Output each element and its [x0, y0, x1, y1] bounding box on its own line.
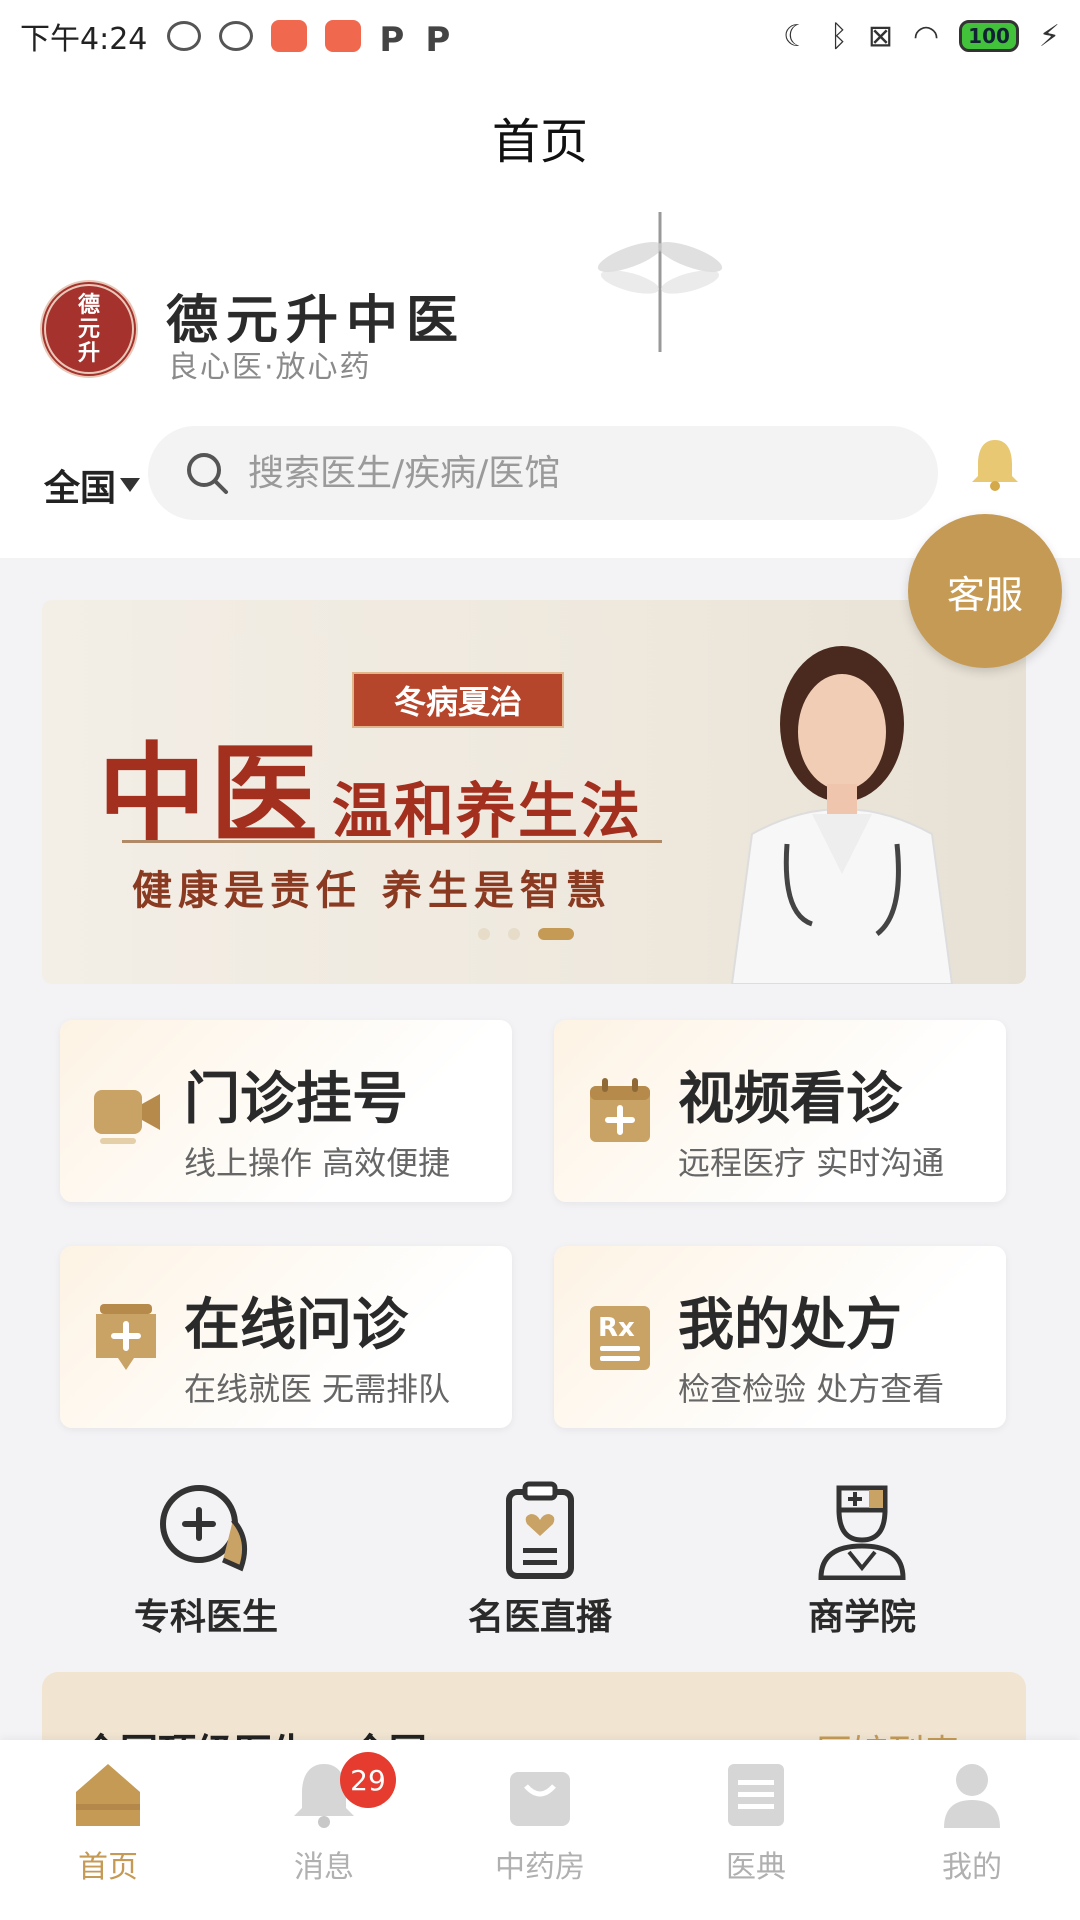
search-icon	[187, 453, 228, 494]
quick-link-live[interactable]: 名医直播	[420, 1480, 660, 1640]
banner-divider	[122, 840, 662, 843]
bell-icon[interactable]	[970, 436, 1020, 492]
bluetooth-icon: ᛒ	[829, 18, 848, 54]
tab-label: 消息	[294, 1850, 354, 1885]
battery-icon: 100	[959, 20, 1019, 52]
banner-pagination	[478, 928, 574, 940]
status-time: 下午4:24	[20, 22, 148, 57]
medical-chat-icon	[96, 1304, 156, 1370]
status-bar: 下午4:24 P P ☾ ᛒ ⊠ ◠ 100 ⚡	[0, 0, 1080, 72]
brand-slogan: 良心医·放心药	[168, 350, 372, 385]
wifi-icon: ◠	[912, 18, 940, 54]
moon-icon: ☾	[782, 18, 810, 54]
sim-icon: ⊠	[867, 18, 893, 54]
p-app-icon: P	[425, 20, 451, 60]
tab-label: 首页	[78, 1850, 138, 1885]
promo-banner[interactable]: 冬病夏治 中医 温和养生法 健康是责任 养生是智慧	[42, 600, 1026, 984]
wechat-icon	[219, 21, 254, 51]
chat-plus-icon	[160, 1485, 248, 1572]
tab-medical-classics[interactable]: 医典	[648, 1756, 864, 1886]
tab-label: 中药房	[495, 1850, 585, 1885]
tab-profile[interactable]: 我的	[864, 1756, 1080, 1886]
home-icon	[76, 1764, 140, 1826]
pagination-dot[interactable]	[508, 928, 520, 940]
bottom-tab-bar: 首页 29 消息 中药房 医典 我的	[0, 1740, 1080, 1920]
card-title: 门诊挂号	[184, 1067, 408, 1132]
video-camera-icon	[94, 1090, 160, 1144]
brand-logo: 德元升	[40, 280, 138, 378]
quick-link-label: 名医直播	[467, 1597, 612, 1638]
banner-subtitle: 健康是责任 养生是智慧	[132, 867, 612, 914]
unread-badge: 29	[340, 1752, 396, 1808]
tab-messages[interactable]: 29 消息	[216, 1752, 432, 1886]
doctor-image	[730, 646, 954, 984]
page-title: 首页	[491, 114, 588, 170]
search-row: 全国	[0, 412, 1080, 558]
charging-icon: ⚡	[1038, 18, 1060, 54]
wechat-icon	[167, 21, 202, 51]
app-notification-icon	[271, 20, 308, 52]
dragonfly-icon	[597, 212, 723, 352]
region-selector[interactable]: 全国	[44, 459, 141, 511]
card-outpatient-registration[interactable]: 门诊挂号 线上操作 高效便捷	[60, 1020, 512, 1202]
customer-service-button[interactable]: 客服	[908, 514, 1062, 668]
nurse-icon	[818, 1485, 906, 1581]
tab-label: 医典	[726, 1850, 786, 1885]
quick-link-label: 商学院	[807, 1597, 916, 1638]
quick-link-specialist[interactable]: 专科医生	[86, 1480, 326, 1640]
calendar-plus-icon	[590, 1078, 650, 1142]
prescription-icon: Rx	[590, 1306, 650, 1370]
svg-text:Rx: Rx	[598, 1313, 635, 1343]
quick-link-label: 专科医生	[133, 1597, 278, 1638]
card-subtitle: 在线就医 无需排队	[184, 1370, 451, 1408]
region-label: 全国	[44, 468, 117, 509]
card-my-prescription[interactable]: Rx 我的处方 检查检验 处方查看	[554, 1246, 1006, 1428]
card-title: 我的处方	[678, 1293, 902, 1358]
user-icon	[944, 1764, 1000, 1828]
search-bar[interactable]	[148, 426, 938, 520]
tab-pharmacy[interactable]: 中药房	[432, 1756, 648, 1886]
notification-icons: P P	[167, 20, 453, 60]
clipboard-heart-icon	[506, 1481, 574, 1579]
p-app-icon: P	[379, 20, 405, 60]
shopping-bag-icon	[510, 1772, 570, 1826]
pagination-dot-active[interactable]	[538, 928, 574, 940]
caret-down-icon	[120, 478, 141, 492]
brand-section: 德元升 德元升中医 良心医·放心药	[0, 202, 1080, 412]
book-icon	[728, 1764, 784, 1826]
pagination-dot[interactable]	[478, 928, 490, 940]
card-title: 在线问诊	[184, 1293, 408, 1358]
tab-label: 我的	[942, 1850, 1002, 1885]
card-subtitle: 检查检验 处方查看	[678, 1370, 945, 1408]
banner-title-small: 温和养生法	[332, 777, 643, 847]
brand-logo-text: 德元升	[77, 292, 100, 366]
card-subtitle: 线上操作 高效便捷	[184, 1144, 451, 1182]
quick-links: 专科医生 名医直播 商学院	[0, 1480, 1080, 1640]
search-input[interactable]	[248, 452, 848, 494]
app-notification-icon	[325, 20, 362, 52]
header: 首页	[0, 72, 1080, 202]
tab-home[interactable]: 首页	[0, 1756, 216, 1886]
card-subtitle: 远程医疗 实时沟通	[678, 1144, 945, 1182]
quick-link-business-school[interactable]: 商学院	[742, 1480, 982, 1640]
card-video-consultation[interactable]: 视频看诊 远程医疗 实时沟通	[554, 1020, 1006, 1202]
card-title: 视频看诊	[678, 1067, 902, 1132]
card-online-consultation[interactable]: 在线问诊 在线就医 无需排队	[60, 1246, 512, 1428]
system-icons: ☾ ᛒ ⊠ ◠ 100 ⚡	[783, 19, 1060, 54]
